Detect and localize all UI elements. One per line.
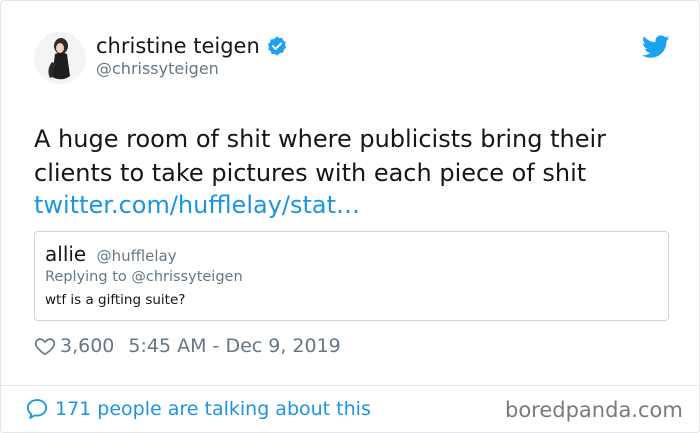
talking-text[interactable]: 171 people are talking about this [55,396,371,422]
author-handle[interactable]: @chrissyteigen [96,59,219,79]
verified-badge-icon [267,36,286,56]
quoted-author-name[interactable]: allie [45,242,86,266]
twitter-bird-icon[interactable] [642,35,670,59]
quoted-tweet-text: wtf is a gifting suite? [45,292,186,308]
heart-icon[interactable] [34,335,56,357]
quoted-author-row: allie @hufflelay [45,242,177,268]
tweet-card: christine teigen @chrissyteigen A huge r… [0,0,700,433]
watermark: boredpanda.com [505,398,683,422]
divider [1,385,700,386]
replying-to: Replying to @chrissyteigen [45,269,243,285]
speech-bubble-icon [26,399,48,419]
author-name-row[interactable]: christine teigen [96,33,288,59]
tweet-stats: 3,600 5:45 AM - Dec 9, 2019 [34,333,341,359]
tweet-link[interactable]: twitter.com/hufflelay/stat… [34,188,360,222]
avatar-image [34,32,86,84]
author-name[interactable]: christine teigen [96,33,260,59]
quoted-tweet[interactable]: allie @hufflelay Replying to @chrissytei… [34,231,669,321]
like-count[interactable]: 3,600 [60,333,114,359]
talking-link[interactable]: 171 people are talking about this [25,396,371,422]
quoted-author-handle[interactable]: @hufflelay [97,247,177,265]
timestamp[interactable]: 5:45 AM - Dec 9, 2019 [128,333,340,359]
tweet-text: A huge room of shit where publicists bri… [34,125,607,187]
avatar[interactable] [34,32,86,84]
